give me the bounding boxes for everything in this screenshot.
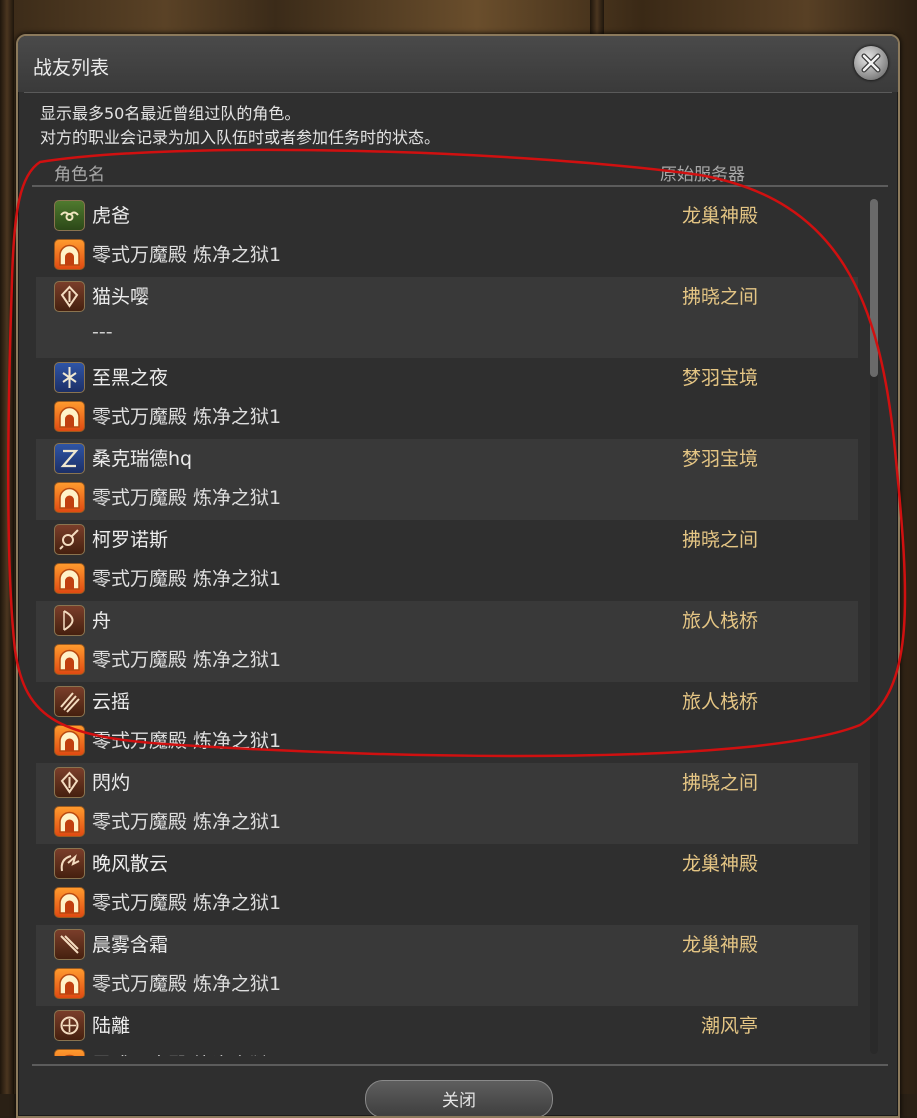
red-annotation-circle xyxy=(7,148,907,758)
